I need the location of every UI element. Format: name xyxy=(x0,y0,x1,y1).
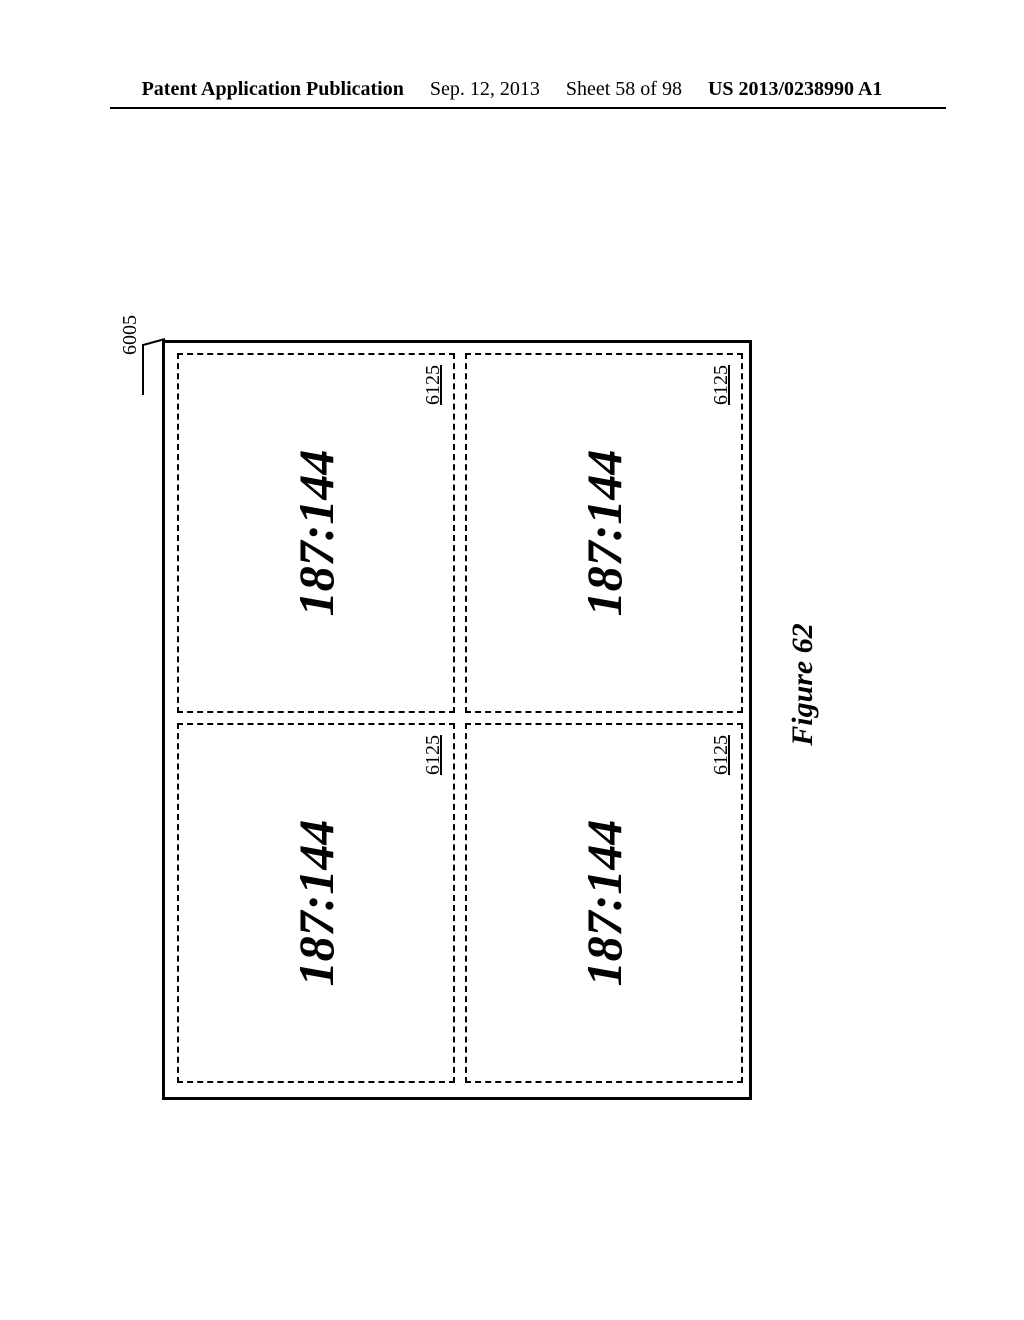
cell-reference-number: 6125 xyxy=(422,365,445,405)
aspect-ratio-label: 187:144 xyxy=(287,450,345,617)
page-header: Patent Application Publication Sep. 12, … xyxy=(0,78,1024,101)
aspect-ratio-label: 187:144 xyxy=(287,820,345,987)
aspect-ratio-label: 187:144 xyxy=(575,820,633,987)
aspect-ratio-label: 187:144 xyxy=(575,450,633,617)
leader-line xyxy=(141,337,167,397)
figure-caption: Figure 62 xyxy=(786,623,820,746)
grid-cell: 187:144 6125 xyxy=(177,353,455,713)
header-rule xyxy=(110,107,946,109)
publication-date: Sep. 12, 2013 xyxy=(430,78,540,101)
grid-cell: 187:144 6125 xyxy=(465,353,743,713)
grid-cell: 187:144 6125 xyxy=(177,723,455,1083)
sheet-number: Sheet 58 of 98 xyxy=(566,78,682,101)
grid-cell: 187:144 6125 xyxy=(465,723,743,1083)
cell-reference-number: 6125 xyxy=(710,365,733,405)
figure-wrapper: 6005 187:144 6125 187:144 6125 187:144 6… xyxy=(162,220,862,1100)
figure-frame: 6005 187:144 6125 187:144 6125 187:144 6… xyxy=(162,340,752,1100)
publication-type: Patent Application Publication xyxy=(142,78,404,101)
publication-number: US 2013/0238990 A1 xyxy=(708,78,882,101)
frame-reference-number: 6005 xyxy=(119,315,142,355)
cell-reference-number: 6125 xyxy=(710,735,733,775)
cell-reference-number: 6125 xyxy=(422,735,445,775)
